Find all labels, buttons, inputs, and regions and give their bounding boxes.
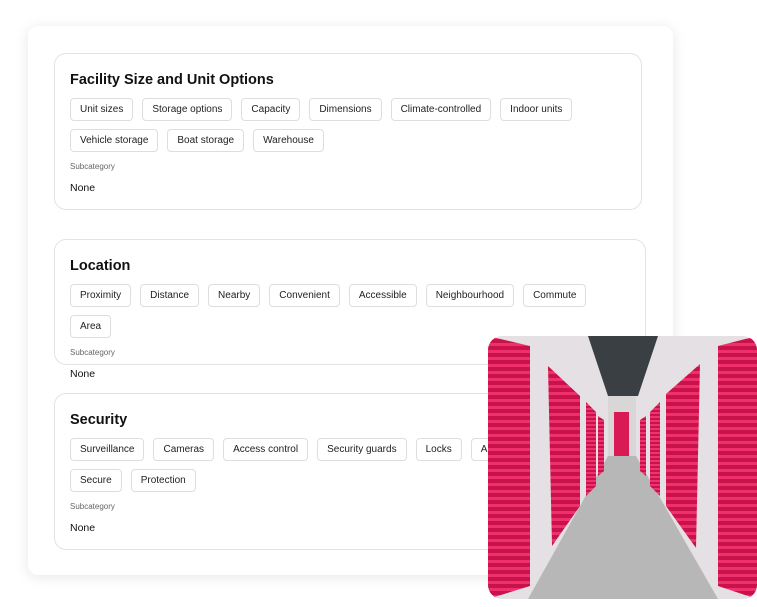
keyword-chip[interactable]: Commute bbox=[523, 284, 587, 307]
keyword-chip[interactable]: Capacity bbox=[241, 98, 301, 121]
keyword-chip[interactable]: Protection bbox=[130, 469, 196, 492]
section-facility-size: Facility Size and Unit Options Unit sizes… bbox=[54, 53, 642, 210]
keyword-chip[interactable]: Boat storage bbox=[167, 129, 245, 152]
keyword-chip[interactable]: Security guards bbox=[317, 438, 407, 461]
keyword-chip[interactable]: Distance bbox=[140, 284, 200, 307]
keyword-chip[interactable]: Storage options bbox=[142, 98, 233, 121]
keyword-chip[interactable]: Climate-controlled bbox=[390, 98, 492, 121]
storage-corridor-photo bbox=[488, 336, 757, 599]
keyword-chip[interactable]: Proximity bbox=[70, 284, 132, 307]
keyword-chip[interactable]: Convenient bbox=[269, 284, 340, 307]
keyword-chip[interactable]: Secure bbox=[70, 469, 122, 492]
keyword-chips: Proximity Distance Nearby Convenient Accessi… bbox=[70, 284, 630, 338]
keyword-chip[interactable]: Neighbourhood bbox=[425, 284, 515, 307]
keyword-chip[interactable]: Unit sizes bbox=[70, 98, 134, 121]
subcategory-value: None bbox=[70, 182, 96, 194]
keyword-chip[interactable]: Access control bbox=[223, 438, 309, 461]
keyword-chip[interactable]: Surveillance bbox=[70, 438, 145, 461]
keyword-chip[interactable]: Nearby bbox=[208, 284, 261, 307]
keyword-chips: Unit sizes Storage options Capacity Dimensi… bbox=[70, 98, 630, 152]
keyword-chip[interactable]: Accessible bbox=[348, 284, 417, 307]
keyword-chip[interactable]: Warehouse bbox=[253, 129, 324, 152]
keyword-chip[interactable]: Area bbox=[70, 315, 112, 338]
section-title: Facility Size and Unit Options bbox=[70, 72, 274, 88]
keyword-chip[interactable]: Dimensions bbox=[309, 98, 382, 121]
section-title: Location bbox=[70, 258, 131, 274]
keyword-chip[interactable]: Cameras bbox=[153, 438, 215, 461]
subcategory-label: Subcategory bbox=[70, 162, 115, 171]
keyword-chip[interactable]: Indoor units bbox=[500, 98, 573, 121]
keyword-chip[interactable]: Vehicle storage bbox=[70, 129, 159, 152]
keyword-chip[interactable]: Locks bbox=[415, 438, 462, 461]
